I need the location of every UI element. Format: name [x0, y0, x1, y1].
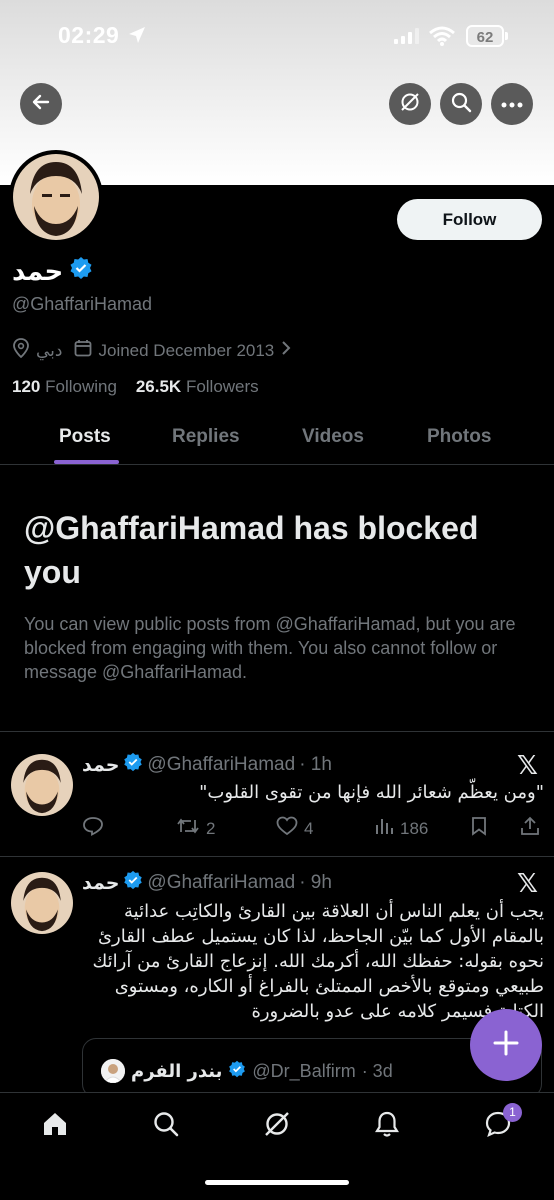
- repost-button[interactable]: 2: [176, 816, 215, 841]
- status-bar: 02:29 62: [0, 22, 554, 56]
- nav-messages[interactable]: 1: [481, 1103, 522, 1143]
- location-arrow-icon: [128, 26, 146, 49]
- repost-count: 2: [206, 818, 216, 838]
- profile-name: حمد: [12, 256, 64, 287]
- blocked-title: @GhaffariHamad has blocked you: [24, 510, 479, 590]
- back-button[interactable]: [20, 83, 62, 125]
- post-actions: 2 4 186: [82, 816, 542, 842]
- follow-button[interactable]: Follow: [397, 199, 542, 240]
- following-label: Following: [45, 377, 117, 396]
- followers-label: Followers: [185, 377, 259, 396]
- post-author-handle[interactable]: @GhaffariHamad: [147, 872, 295, 894]
- profile-handle: @GhaffariHamad: [12, 294, 153, 314]
- divider: [0, 731, 554, 732]
- search-button[interactable]: [440, 83, 482, 125]
- heart-icon: [276, 816, 298, 841]
- post-text: يجب أن يعلم الناس أن العلاقة بين القارئ …: [92, 901, 544, 1022]
- plus-icon: [492, 1029, 520, 1062]
- grok-button[interactable]: [389, 83, 431, 125]
- quoted-author-handle: @Dr_Balfirm: [252, 1060, 356, 1081]
- profile-tabs: Posts Replies Videos Photos: [0, 420, 554, 465]
- home-indicator: [205, 1180, 349, 1185]
- verified-badge-icon: [69, 256, 93, 287]
- post-author-name[interactable]: حمد: [82, 754, 119, 776]
- compose-post-button[interactable]: [470, 1009, 542, 1081]
- blocked-notice: @GhaffariHamad has blocked you You can v…: [24, 506, 534, 684]
- active-tab-indicator: [54, 460, 119, 464]
- like-button[interactable]: 4: [276, 816, 313, 841]
- tab-photos[interactable]: Photos: [427, 426, 491, 448]
- calendar-icon: [74, 339, 92, 362]
- grok-icon: [399, 91, 421, 118]
- verified-badge-icon: [123, 870, 143, 896]
- nav-search[interactable]: [149, 1109, 183, 1143]
- chevron-right-icon[interactable]: [280, 340, 292, 361]
- profile-name-row: حمد: [12, 256, 93, 287]
- divider: [0, 856, 554, 857]
- quoted-post-header: بندر الفرم @Dr_Balfirm · 3d: [101, 1059, 393, 1083]
- bookmark-icon: [470, 816, 488, 841]
- post-author-handle[interactable]: @GhaffariHamad: [147, 754, 295, 776]
- post-time: · 1h: [299, 754, 332, 775]
- profile-joined-date: Joined December 2013: [98, 340, 275, 360]
- tab-videos[interactable]: Videos: [302, 426, 364, 448]
- grok-icon: [263, 1110, 291, 1143]
- nav-home[interactable]: [38, 1109, 72, 1143]
- views-count: 186: [400, 818, 429, 838]
- x-logo-icon: 𝕏: [517, 868, 538, 898]
- share-button[interactable]: [520, 816, 540, 841]
- avatar-image: [11, 872, 73, 934]
- avatar-image: [11, 754, 73, 816]
- share-icon: [520, 816, 540, 841]
- post-time: · 9h: [299, 872, 332, 893]
- avatar-image: [13, 154, 99, 240]
- like-count: 4: [304, 818, 314, 838]
- post-header: حمد @GhaffariHamad · 1h: [82, 752, 332, 778]
- messages-badge: 1: [503, 1103, 522, 1122]
- home-icon: [41, 1110, 69, 1143]
- more-options-button[interactable]: [491, 83, 533, 125]
- following-count: 120: [12, 377, 41, 396]
- back-arrow-icon: [31, 92, 51, 117]
- status-time: 02:29: [58, 22, 120, 48]
- profile-location: دبي: [36, 340, 63, 361]
- post-avatar[interactable]: [11, 754, 73, 816]
- post-text: "ومن يعظّم شعائر الله فإنها من تقوى القل…: [199, 782, 544, 803]
- reply-icon: [82, 816, 104, 841]
- tab-replies[interactable]: Replies: [172, 426, 240, 448]
- nav-notifications[interactable]: [370, 1109, 404, 1143]
- quoted-author-name: بندر الفرم: [131, 1060, 223, 1082]
- quoted-author-avatar: [101, 1059, 125, 1083]
- follow-stats: 120 Following 26.5K Followers: [12, 377, 259, 397]
- battery-tip: [505, 32, 508, 40]
- search-icon: [450, 91, 472, 118]
- views-button[interactable]: 186: [374, 816, 428, 841]
- bookmark-button[interactable]: [470, 816, 488, 841]
- cellular-signal-icon: [394, 28, 420, 49]
- quoted-post-time: · 3d: [361, 1060, 393, 1081]
- reply-button[interactable]: [82, 816, 104, 841]
- verified-badge-icon: [228, 1060, 246, 1083]
- following-link[interactable]: 120 Following: [12, 377, 117, 396]
- profile-avatar[interactable]: [9, 150, 103, 244]
- wifi-icon: [429, 26, 455, 51]
- tab-posts[interactable]: Posts: [59, 426, 111, 448]
- blocked-description: You can view public posts from @Ghaffari…: [24, 614, 516, 682]
- bell-icon: [373, 1110, 401, 1143]
- followers-count: 26.5K: [135, 377, 182, 396]
- search-icon: [152, 1110, 180, 1143]
- more-horizontal-icon: [501, 95, 523, 113]
- repost-icon: [176, 816, 200, 841]
- verified-badge-icon: [123, 752, 143, 778]
- post-avatar[interactable]: [11, 872, 73, 934]
- views-chart-icon: [374, 816, 394, 841]
- profile-meta: دبي Joined December 2013: [12, 338, 292, 363]
- post-author-name[interactable]: حمد: [82, 872, 119, 894]
- x-logo-icon: 𝕏: [517, 750, 538, 780]
- post-header: حمد @GhaffariHamad · 9h: [82, 870, 332, 896]
- followers-link[interactable]: 26.5K Followers: [136, 377, 259, 396]
- nav-grok[interactable]: [260, 1109, 294, 1143]
- battery-indicator: 62: [466, 25, 504, 47]
- location-pin-icon: [12, 338, 30, 363]
